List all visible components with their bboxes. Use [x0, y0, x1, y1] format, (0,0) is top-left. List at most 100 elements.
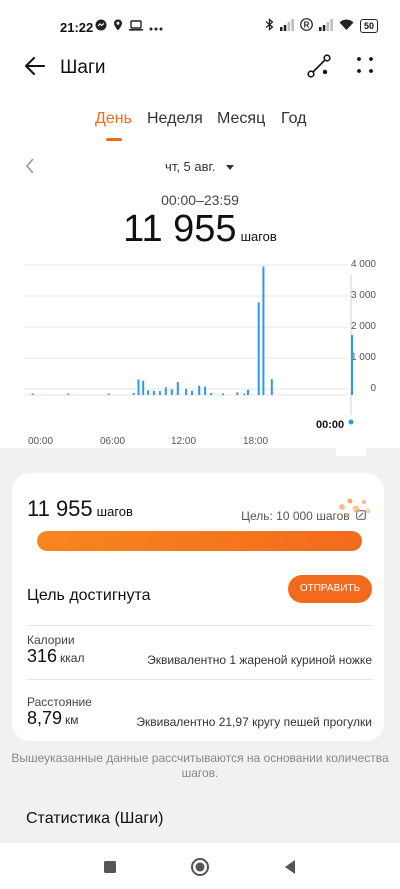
recents-button[interactable]: [98, 855, 122, 879]
more-options-button[interactable]: [354, 54, 376, 76]
svg-text:R: R: [304, 21, 310, 30]
status-right-icons: R 50: [265, 18, 378, 34]
total-steps-value: 11 955: [123, 208, 237, 250]
drag-handle-icon[interactable]: [336, 438, 366, 456]
tab-month[interactable]: Месяц: [217, 110, 265, 128]
x-tick-label: 00:00: [28, 436, 53, 447]
chart-bar: [204, 386, 207, 396]
distance-label: Расстояние: [27, 695, 92, 709]
route-icon: [307, 54, 331, 78]
chart-bar: [142, 380, 145, 395]
steps-chart[interactable]: 4 000 3 000 2 000 1 000 0 00:00 00:00 06…: [0, 255, 400, 455]
y-tick-label: 0: [370, 383, 376, 394]
back-button[interactable]: [22, 52, 50, 80]
chart-bar: [170, 389, 173, 396]
laptop-icon: [129, 19, 143, 34]
tab-day[interactable]: День: [95, 110, 132, 128]
statistics-heading: Статистика (Шаги): [26, 810, 164, 827]
status-bar: 21:22 R 50: [0, 0, 400, 44]
goal-progress-bar: [37, 531, 362, 551]
y-tick-label: 3 000: [351, 290, 376, 301]
card-steps-value: 11 955: [27, 496, 93, 521]
confetti-icon: [339, 498, 371, 517]
card-steps-unit: шагов: [96, 504, 133, 519]
chart-bar: [137, 379, 140, 395]
location-icon: [113, 19, 123, 34]
date-dropdown[interactable]: чт, 5 авг.: [0, 159, 400, 174]
time-range: 00:00–23:59: [161, 192, 239, 208]
chart-bar: [176, 382, 179, 395]
current-time-dot: [348, 419, 354, 425]
chart-bar: [270, 379, 273, 395]
x-tick-label: 06:00: [100, 436, 125, 447]
roaming-icon: R: [300, 18, 313, 34]
signal-2-icon: [318, 18, 333, 34]
page-title: Шаги: [60, 57, 106, 78]
x-tick-label: 12:00: [171, 436, 196, 447]
system-nav-bar: [0, 843, 400, 889]
total-steps: 11 955 шагов: [0, 208, 400, 251]
y-axis-labels: 4 000 3 000 2 000 1 000 0: [351, 259, 376, 394]
date-label: чт, 5 авг.: [165, 159, 216, 174]
wifi-icon: [339, 19, 354, 34]
divider: [27, 625, 373, 626]
chart-bar: [152, 390, 155, 395]
goal-progress-fill: [37, 531, 362, 551]
messenger-icon: [95, 19, 107, 34]
chart-bar: [243, 393, 246, 395]
chart-bar: [164, 387, 167, 395]
calories-number: 316: [27, 646, 58, 666]
square-icon: [104, 861, 116, 873]
more-dots-icon: [149, 20, 163, 34]
back-arrow-icon: [25, 57, 45, 75]
chart-bar: [198, 385, 201, 395]
calories-unit: ккал: [60, 651, 85, 665]
chart-bar: [262, 266, 265, 395]
chart-bar: [236, 392, 239, 395]
chart-bar: [132, 393, 135, 396]
back-nav-button[interactable]: [278, 855, 302, 879]
date-selector: чт, 5 авг.: [0, 154, 400, 180]
calories-value: 316 ккал: [27, 646, 85, 667]
chart-bar: [247, 389, 249, 395]
chart-bars: [31, 266, 273, 396]
chart-bar: [67, 393, 70, 395]
bluetooth-icon: [265, 18, 274, 34]
calories-equivalent: Эквивалентно 1 жареной куриной ножке: [147, 653, 372, 667]
four-dots-icon: [357, 57, 373, 73]
chart-bar: [185, 388, 188, 395]
chart-bar: [147, 390, 149, 395]
period-tabs: День Неделя Месяц Год: [0, 110, 400, 144]
tab-year[interactable]: Год: [281, 110, 306, 128]
app-header: Шаги: [0, 44, 400, 92]
current-time-label: 00:00: [316, 419, 344, 431]
calories-label: Калории: [27, 633, 75, 647]
share-route-button[interactable]: [306, 53, 332, 79]
triangle-back-icon: [285, 860, 295, 874]
chart-gridlines: [24, 264, 348, 396]
distance-value: 8,79 км: [27, 708, 79, 729]
distance-number: 8,79: [27, 708, 63, 728]
data-note: Вышеуказанные данные рассчитываются на о…: [11, 751, 389, 780]
x-axis-labels: 00:00 06:00 12:00 18:00: [28, 436, 268, 447]
circle-icon: [191, 858, 209, 876]
status-time: 21:22: [60, 20, 94, 35]
divider: [27, 679, 373, 680]
x-tick-label: 18:00: [243, 436, 268, 447]
chart-bar: [158, 391, 161, 395]
goal-reached-label: Цель достигнута: [27, 587, 151, 604]
total-steps-unit: шагов: [240, 229, 277, 244]
send-button[interactable]: ОТПРАВИТЬ: [288, 575, 372, 603]
y-tick-label: 2 000: [351, 321, 376, 332]
home-button[interactable]: [188, 855, 212, 879]
caret-down-icon: [225, 165, 234, 170]
details-section: 11 955 шагов Цель: 10 000 шагов Цель дост…: [0, 438, 400, 843]
tab-week[interactable]: Неделя: [147, 110, 203, 128]
signal-icon: [279, 18, 294, 34]
chart-bar: [191, 390, 193, 395]
card-steps: 11 955 шагов: [27, 496, 133, 522]
current-bar: [351, 335, 353, 395]
active-tab-indicator: [106, 138, 122, 141]
battery-icon: 50: [359, 19, 378, 33]
chart-bar: [210, 393, 213, 396]
